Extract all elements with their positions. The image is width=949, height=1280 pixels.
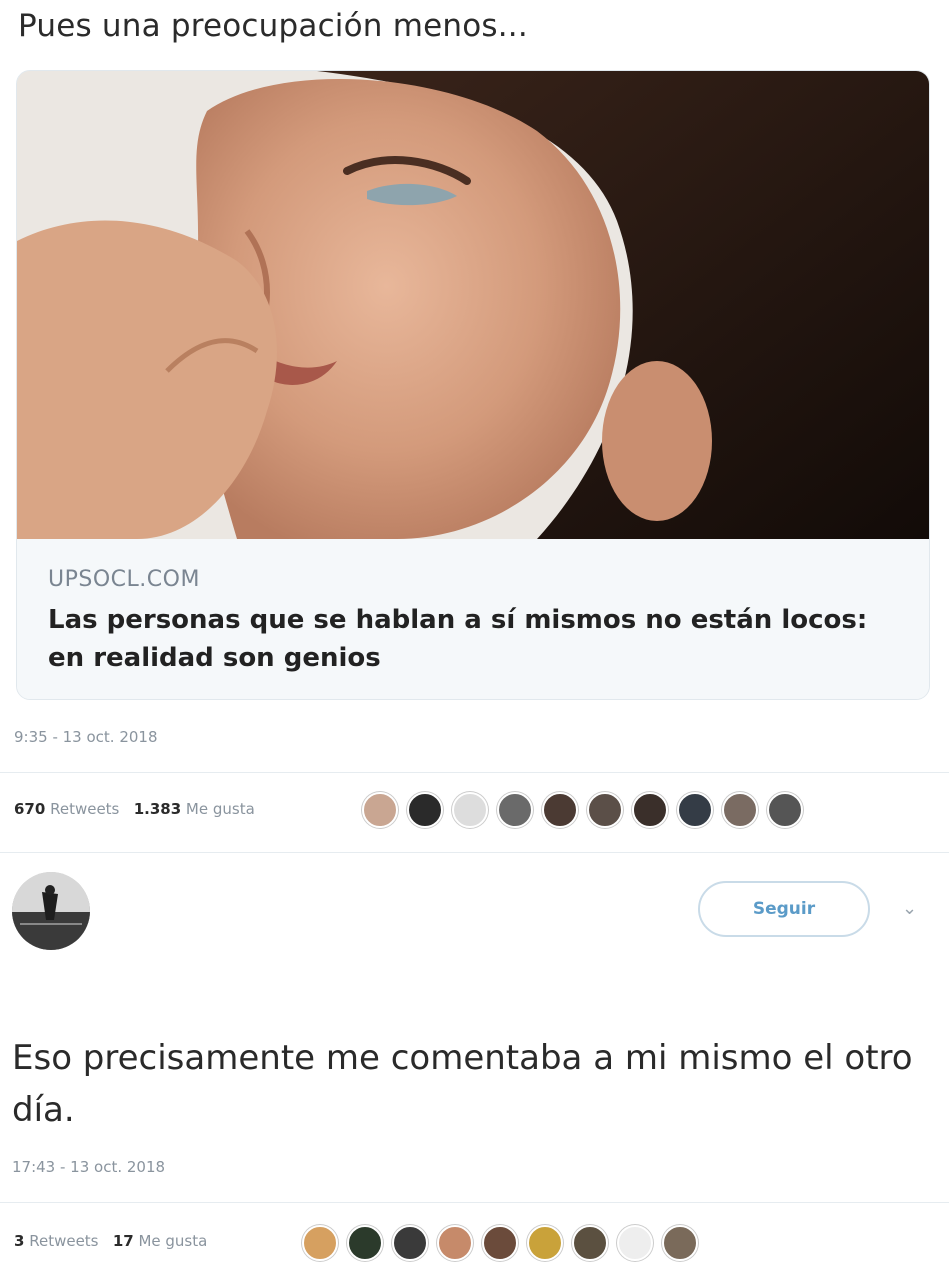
tweet-stats: 670 Retweets 1.383 Me gusta <box>14 800 255 818</box>
portrait-illustration <box>17 71 929 539</box>
liker-avatar[interactable] <box>572 1225 608 1261</box>
liker-avatar[interactable] <box>452 792 488 828</box>
divider <box>0 772 949 773</box>
liker-avatar[interactable] <box>482 1225 518 1261</box>
retweet-label[interactable]: Retweets <box>50 800 119 818</box>
liker-avatar[interactable] <box>302 1225 338 1261</box>
like-count[interactable]: 17 <box>113 1232 134 1250</box>
liker-avatar[interactable] <box>662 1225 698 1261</box>
liker-avatar[interactable] <box>767 792 803 828</box>
liker-avatar[interactable] <box>437 1225 473 1261</box>
reply-stats: 3 Retweets 17 Me gusta <box>14 1232 207 1250</box>
card-title[interactable]: Las personas que se hablan a sí mismos n… <box>48 601 898 677</box>
like-label[interactable]: Me gusta <box>186 800 255 818</box>
avatar-icon <box>12 872 90 950</box>
card-meta: UPSOCL.COM Las personas que se hablan a … <box>17 539 929 699</box>
divider <box>0 1202 949 1203</box>
link-card[interactable]: UPSOCL.COM Las personas que se hablan a … <box>16 70 930 700</box>
likers-avatars <box>362 792 812 828</box>
likers-avatars <box>302 1225 707 1261</box>
retweet-count[interactable]: 3 <box>14 1232 24 1250</box>
divider <box>0 852 949 853</box>
card-domain: UPSOCL.COM <box>48 567 200 592</box>
tweet-text: Pues una preocupación menos... <box>18 8 528 44</box>
liker-avatar[interactable] <box>527 1225 563 1261</box>
tweet-timestamp[interactable]: 9:35 - 13 oct. 2018 <box>14 728 158 746</box>
chevron-down-icon[interactable]: ⌄ <box>902 898 917 919</box>
liker-avatar[interactable] <box>497 792 533 828</box>
follow-button[interactable]: Seguir <box>698 881 870 937</box>
reply-text: Eso precisamente me comentaba a mi mismo… <box>12 1038 913 1130</box>
liker-avatar[interactable] <box>632 792 668 828</box>
card-image <box>17 71 929 539</box>
like-label[interactable]: Me gusta <box>138 1232 207 1250</box>
liker-avatar[interactable] <box>587 792 623 828</box>
liker-avatar[interactable] <box>722 792 758 828</box>
retweet-label[interactable]: Retweets <box>29 1232 98 1250</box>
like-count[interactable]: 1.383 <box>134 800 181 818</box>
liker-avatar[interactable] <box>362 792 398 828</box>
liker-avatar[interactable] <box>407 792 443 828</box>
retweet-count[interactable]: 670 <box>14 800 45 818</box>
liker-avatar[interactable] <box>347 1225 383 1261</box>
liker-avatar[interactable] <box>392 1225 428 1261</box>
liker-avatar[interactable] <box>542 792 578 828</box>
reply-timestamp[interactable]: 17:43 - 13 oct. 2018 <box>12 1158 165 1176</box>
liker-avatar[interactable] <box>677 792 713 828</box>
liker-avatar[interactable] <box>617 1225 653 1261</box>
user-avatar[interactable] <box>12 872 90 950</box>
